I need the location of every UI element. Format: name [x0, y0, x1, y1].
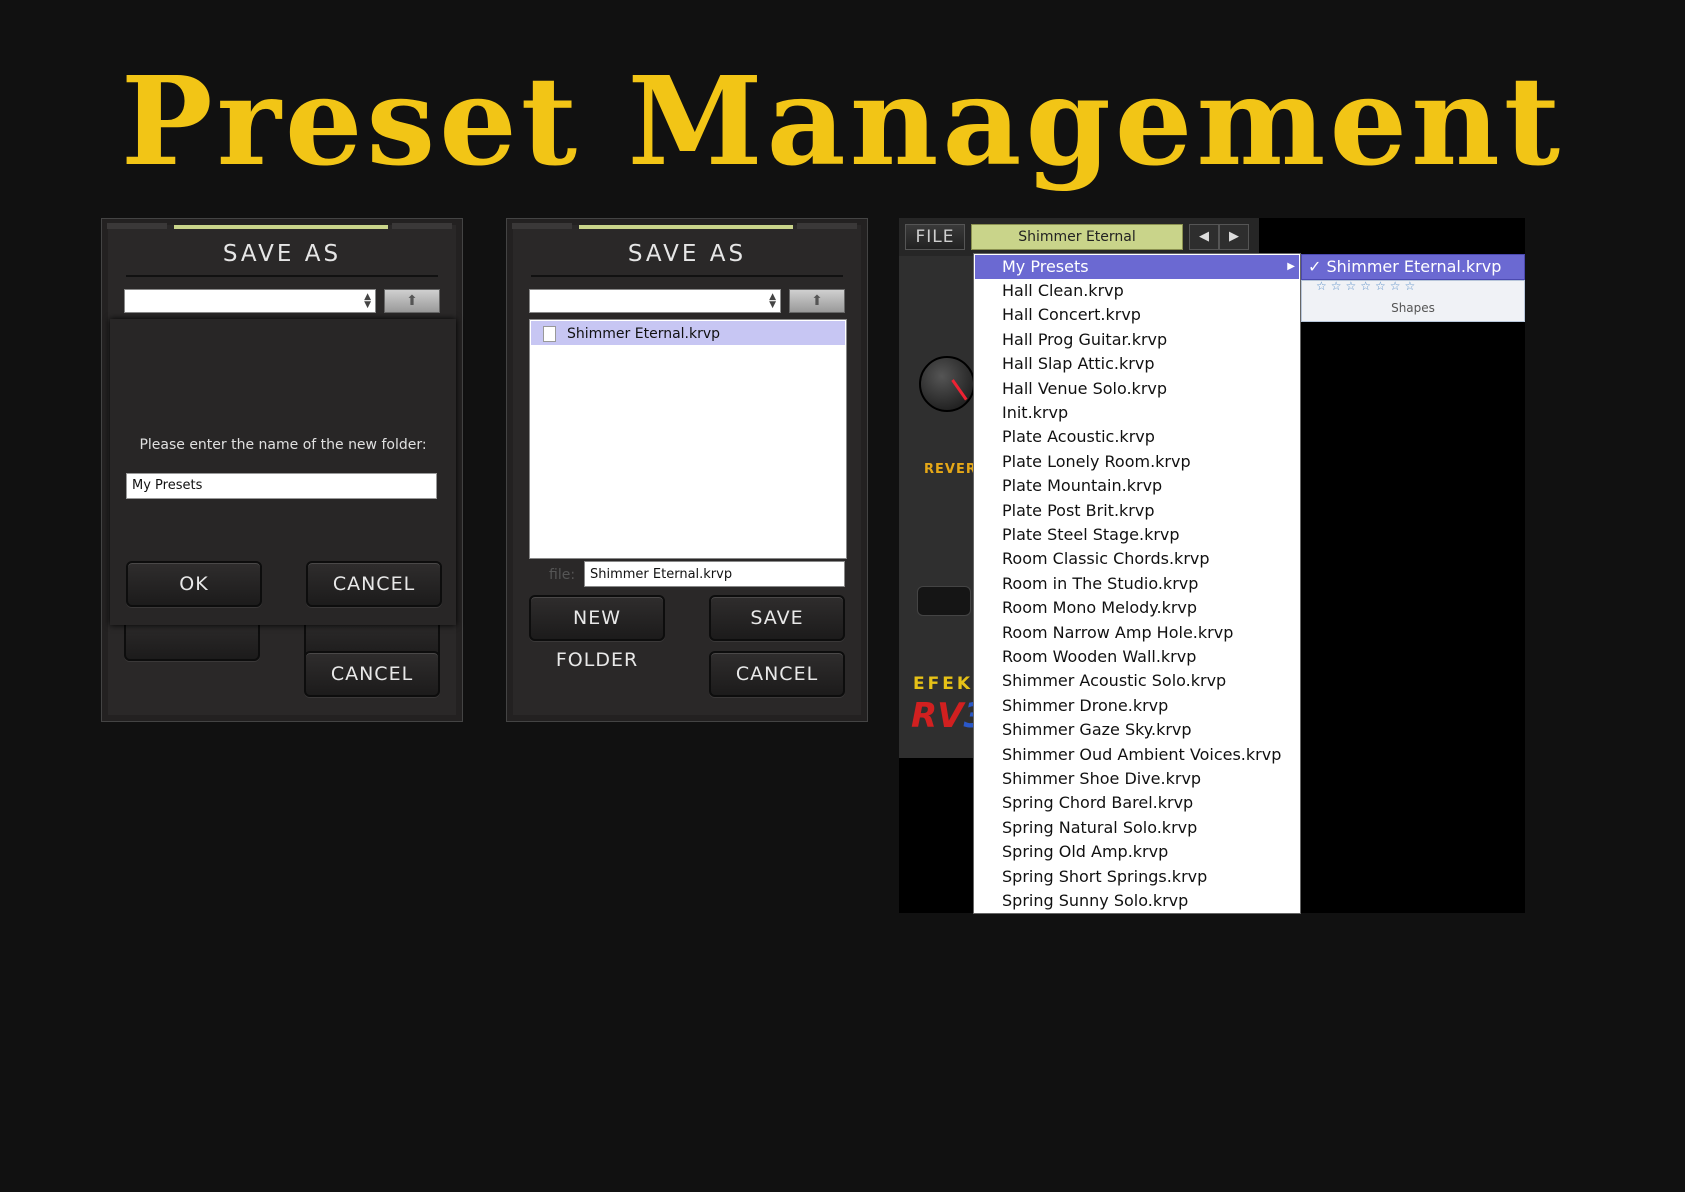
menu-item[interactable]: Hall Prog Guitar.krvp	[975, 328, 1299, 352]
save-button[interactable]: SAVE	[709, 595, 845, 641]
new-folder-button[interactable]: NEW FOLDER	[529, 595, 665, 671]
file-list[interactable]: Shimmer Eternal.krvp	[529, 319, 847, 559]
dialog-tabs	[507, 219, 867, 229]
brand-logo-top: EFEK	[913, 674, 974, 694]
folder-name-input[interactable]: My Presets	[126, 473, 437, 499]
menu-item[interactable]: Room Wooden Wall.krvp	[975, 645, 1299, 669]
folder-select[interactable]: ▲ ▼	[124, 289, 376, 313]
menu-item[interactable]: Plate Mountain.krvp	[975, 474, 1299, 498]
page-title: Preset Management	[120, 49, 1565, 193]
cancel-button[interactable]: CANCEL	[709, 651, 845, 697]
menu-item[interactable]: Room Mono Melody.krvp	[975, 596, 1299, 620]
shapes-label: Shapes	[1391, 301, 1435, 315]
triangle-left-icon[interactable]: ◀	[1189, 224, 1219, 250]
arrow-up-icon: ⬆	[406, 293, 418, 309]
submenu-item-shimmer-eternal[interactable]: ✓ Shimmer Eternal.krvp	[1301, 254, 1525, 280]
triangle-right-icon[interactable]: ▶	[1219, 224, 1249, 250]
chevron-updown-icon: ▲ ▼	[364, 292, 371, 310]
ok-button[interactable]: OK	[126, 561, 262, 607]
menu-item[interactable]: Room Narrow Amp Hole.krvp	[975, 621, 1299, 645]
menu-item-my-presets[interactable]: My Presets ▶	[975, 255, 1299, 279]
menu-item[interactable]: Spring Natural Solo.krvp	[975, 816, 1299, 840]
menu-item[interactable]: Spring Chord Barel.krvp	[975, 791, 1299, 815]
lever-switch[interactable]	[917, 586, 971, 616]
file-icon	[543, 326, 556, 342]
folder-select[interactable]: ▲ ▼	[529, 289, 781, 313]
list-item[interactable]: Shimmer Eternal.krvp	[531, 321, 845, 345]
menu-item[interactable]: Shimmer Oud Ambient Voices.krvp	[975, 743, 1299, 767]
menu-item[interactable]: Room in The Studio.krvp	[975, 572, 1299, 596]
save-as-dialog-new-folder: SAVE AS ▲ ▼ ⬆ CANCEL Please enter the nam…	[101, 218, 463, 722]
cancel-button[interactable]: CANCEL	[306, 561, 442, 607]
menu-item[interactable]: Spring Sunny Solo.krvp	[975, 889, 1299, 913]
shapes-icons: ☆☆☆☆☆☆☆	[1316, 279, 1420, 293]
file-label: file:	[549, 567, 576, 583]
menu-item[interactable]: Room Classic Chords.krvp	[975, 547, 1299, 571]
menu-item[interactable]: Hall Slap Attic.krvp	[975, 352, 1299, 376]
divider	[531, 275, 843, 277]
menu-item[interactable]: Plate Lonely Room.krvp	[975, 450, 1299, 474]
dialog-title: SAVE AS	[222, 241, 342, 267]
divider	[126, 275, 438, 277]
menu-item[interactable]: Spring Old Amp.krvp	[975, 840, 1299, 864]
menu-item[interactable]: Shimmer Drone.krvp	[975, 694, 1299, 718]
menu-item[interactable]: Shimmer Acoustic Solo.krvp	[975, 669, 1299, 693]
arrow-up-icon: ⬆	[811, 293, 823, 309]
menu-item[interactable]: Plate Steel Stage.krvp	[975, 523, 1299, 547]
menu-item[interactable]: Shimmer Shoe Dive.krvp	[975, 767, 1299, 791]
up-folder-button[interactable]: ⬆	[789, 289, 845, 313]
save-as-dialog: SAVE AS ▲ ▼ ⬆ Shimmer Eternal.krvp file: …	[506, 218, 868, 722]
menu-item[interactable]: Plate Post Brit.krvp	[975, 499, 1299, 523]
preset-dropdown-menu: My Presets ▶ Hall Clean.krvp Hall Concert.…	[973, 253, 1301, 914]
file-name-input[interactable]: Shimmer Eternal.krvp	[584, 561, 845, 587]
submenu-arrow-icon: ▶	[1287, 261, 1295, 272]
prompt-text: Please enter the name of the new folder:	[139, 437, 427, 453]
preset-name-tab[interactable]: Shimmer Eternal	[971, 224, 1183, 250]
up-folder-button[interactable]: ⬆	[384, 289, 440, 313]
menu-item[interactable]: Hall Venue Solo.krvp	[975, 377, 1299, 401]
shapes-panel: ☆☆☆☆☆☆☆ Shapes	[1301, 280, 1525, 322]
plugin-body: REVER EFEK RV3	[899, 256, 987, 758]
menu-item[interactable]: Init.krvp	[975, 401, 1299, 425]
menu-item[interactable]: Plate Acoustic.krvp	[975, 425, 1299, 449]
menu-item[interactable]: Spring Short Springs.krvp	[975, 865, 1299, 889]
menu-item[interactable]: Shimmer Gaze Sky.krvp	[975, 718, 1299, 742]
dialog-title: SAVE AS	[627, 241, 747, 267]
preset-bar: FILE Shimmer Eternal ◀ ▶	[899, 218, 1259, 256]
menu-item[interactable]: Hall Clean.krvp	[975, 279, 1299, 303]
menu-item[interactable]: Hall Concert.krvp	[975, 303, 1299, 327]
chevron-updown-icon: ▲ ▼	[769, 292, 776, 310]
knob-label: REVER	[924, 462, 977, 477]
file-button[interactable]: FILE	[905, 224, 965, 250]
reverb-knob[interactable]	[919, 356, 975, 412]
new-folder-prompt: Please enter the name of the new folder:…	[110, 319, 456, 625]
file-name: Shimmer Eternal.krvp	[567, 326, 721, 342]
cancel-button[interactable]: CANCEL	[304, 651, 440, 697]
dialog-tabs	[102, 219, 462, 229]
